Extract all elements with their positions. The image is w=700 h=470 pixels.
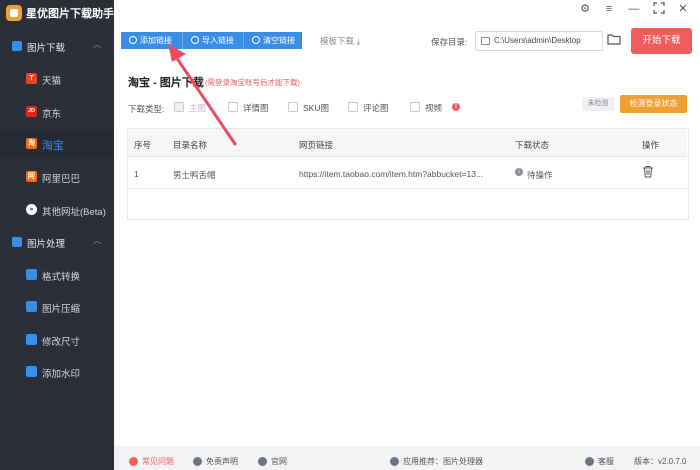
sidebar-item-other-sites[interactable]: ● 其他网址(Beta) bbox=[0, 197, 114, 223]
option-label: 视频 bbox=[425, 103, 443, 113]
sidebar-item-label: 修改尺寸 bbox=[42, 337, 81, 348]
window-controls: ⚙ ≡ — ✕ bbox=[390, 0, 700, 18]
website-link[interactable]: 官网 bbox=[258, 456, 287, 467]
pending-icon: i bbox=[515, 168, 523, 176]
maximize-icon[interactable] bbox=[652, 2, 666, 16]
app-recommend-icon bbox=[390, 457, 399, 466]
version-text: 版本：v2.0.7.0 bbox=[634, 457, 687, 466]
option-label: 评论图 bbox=[363, 103, 389, 113]
sidebar-item-label: 图片压缩 bbox=[42, 304, 81, 315]
folder-icon bbox=[481, 37, 490, 45]
app-title: 星优图片下载助手 bbox=[26, 8, 114, 20]
image-process-icon bbox=[12, 237, 22, 247]
open-folder-icon[interactable] bbox=[607, 32, 621, 46]
headset-icon bbox=[585, 457, 594, 466]
info-warning-icon[interactable]: ! bbox=[452, 103, 460, 111]
sidebar-item-label: 淘宝 bbox=[42, 140, 64, 152]
sidebar-item-label: 天猫 bbox=[42, 76, 62, 87]
option-label: 详情图 bbox=[243, 103, 269, 113]
option-sku-image[interactable]: SKU图 bbox=[288, 102, 329, 114]
chevron-up-icon: ︿ bbox=[93, 236, 101, 245]
checkbox bbox=[348, 102, 358, 112]
compress-icon bbox=[26, 301, 37, 312]
sidebar-item-taobao[interactable]: 淘 淘宝 bbox=[0, 131, 114, 157]
alibaba-icon: 阿 bbox=[26, 171, 37, 182]
sidebar-item-label: 格式转换 bbox=[42, 272, 81, 283]
sidebar-item-jd[interactable]: JD 京东 bbox=[0, 99, 114, 125]
checkbox bbox=[288, 102, 298, 112]
app-recommend-link[interactable]: 应用推荐：图片处理器 bbox=[390, 456, 483, 467]
menu-icon[interactable]: ≡ bbox=[602, 2, 616, 16]
disclaimer-label: 免责声明 bbox=[206, 457, 238, 466]
minimize-icon[interactable]: — bbox=[627, 2, 641, 16]
option-video[interactable]: 视频 bbox=[410, 102, 442, 114]
sidebar-item-watermark[interactable]: 添加水印 bbox=[0, 359, 114, 385]
column-header-status: 下载状态 bbox=[515, 140, 550, 150]
cell-url: https://item.taobao.com/item.htm?abbucke… bbox=[299, 169, 484, 179]
column-header-url: 网页链接 bbox=[299, 140, 334, 150]
website-label: 官网 bbox=[271, 457, 287, 466]
close-icon[interactable]: ✕ bbox=[676, 2, 690, 16]
checkbox bbox=[410, 102, 420, 112]
app-brand: 星优图片下载助手 bbox=[0, 0, 114, 34]
taobao-icon: 淘 bbox=[26, 138, 37, 149]
sidebar-item-format-convert[interactable]: 格式转换 bbox=[0, 262, 114, 288]
question-icon bbox=[129, 457, 138, 466]
faq-label: 常见问题 bbox=[142, 457, 174, 466]
add-circle-icon bbox=[129, 36, 137, 44]
template-download-label: 模板下载 bbox=[320, 36, 355, 46]
tmall-icon: T bbox=[26, 73, 37, 84]
column-header-actions: 操作 bbox=[642, 140, 660, 150]
delete-icon[interactable] bbox=[642, 165, 654, 178]
faq-link[interactable]: 常见问题 bbox=[129, 456, 174, 467]
resize-icon bbox=[26, 334, 37, 345]
annotation-arrow bbox=[168, 44, 237, 146]
clear-icon bbox=[252, 36, 260, 44]
option-review-image[interactable]: 评论图 bbox=[348, 102, 389, 114]
shield-icon bbox=[193, 457, 202, 466]
sidebar-group-image-processing[interactable]: 图片处理 ︿ bbox=[0, 229, 114, 255]
support-link[interactable]: 客服 bbox=[585, 456, 614, 467]
save-dir-input[interactable]: C:\Users\admin\Desktop bbox=[475, 31, 603, 51]
clear-link-button[interactable]: 清空链接 bbox=[244, 32, 302, 49]
sidebar-item-label: 京东 bbox=[42, 109, 62, 120]
settings-icon[interactable]: ⚙ bbox=[578, 2, 592, 16]
app-recommend-label: 应用推荐：图片处理器 bbox=[403, 457, 483, 466]
template-download-link[interactable]: 模板下载 ⤓ bbox=[320, 35, 360, 47]
clear-link-label: 清空链接 bbox=[263, 36, 295, 45]
sidebar-group-image-download[interactable]: 图片下载 ︿ bbox=[0, 33, 114, 59]
watermark-icon bbox=[26, 366, 37, 377]
jd-icon: JD bbox=[26, 106, 37, 117]
image-download-icon bbox=[12, 41, 22, 51]
sidebar-item-resize[interactable]: 修改尺寸 bbox=[0, 327, 114, 353]
cell-index: 1 bbox=[134, 169, 139, 179]
sidebar-item-alibaba[interactable]: 阿 阿里巴巴 bbox=[0, 164, 114, 190]
cell-status: 待操作 bbox=[527, 170, 553, 180]
start-download-button[interactable]: 开始下载 bbox=[631, 28, 692, 54]
support-label: 客服 bbox=[598, 457, 614, 466]
disclaimer-link[interactable]: 免责声明 bbox=[193, 456, 238, 467]
sidebar-item-label: 添加水印 bbox=[42, 369, 81, 380]
detect-login-button[interactable]: 检测登录状态 bbox=[620, 95, 687, 113]
app-logo-icon bbox=[6, 5, 22, 21]
cell-name: 男士鸭舌帽 bbox=[173, 170, 216, 180]
sidebar-item-tmall[interactable]: T 天猫 bbox=[0, 66, 114, 92]
sidebar-item-compress[interactable]: 图片压缩 bbox=[0, 294, 114, 320]
chrome-icon: ● bbox=[26, 204, 37, 215]
sidebar-group-label: 图片下载 bbox=[27, 43, 66, 54]
download-icon: ⤓ bbox=[356, 36, 361, 46]
download-type-label: 下载类型: bbox=[128, 104, 165, 114]
format-convert-icon bbox=[26, 269, 37, 280]
column-header-index: 序号 bbox=[134, 140, 152, 150]
sidebar-group-label: 图片处理 bbox=[27, 239, 66, 250]
sidebar-item-label: 阿里巴巴 bbox=[42, 174, 81, 185]
login-status-badge: 未检测 bbox=[582, 97, 614, 111]
save-dir-value: C:\Users\admin\Desktop bbox=[494, 36, 581, 45]
save-dir-label: 保存目录: bbox=[431, 37, 468, 47]
chevron-up-icon: ︿ bbox=[93, 40, 101, 49]
globe-icon bbox=[258, 457, 267, 466]
option-label: SKU图 bbox=[303, 103, 329, 113]
sidebar-item-label: 其他网址(Beta) bbox=[42, 207, 106, 218]
